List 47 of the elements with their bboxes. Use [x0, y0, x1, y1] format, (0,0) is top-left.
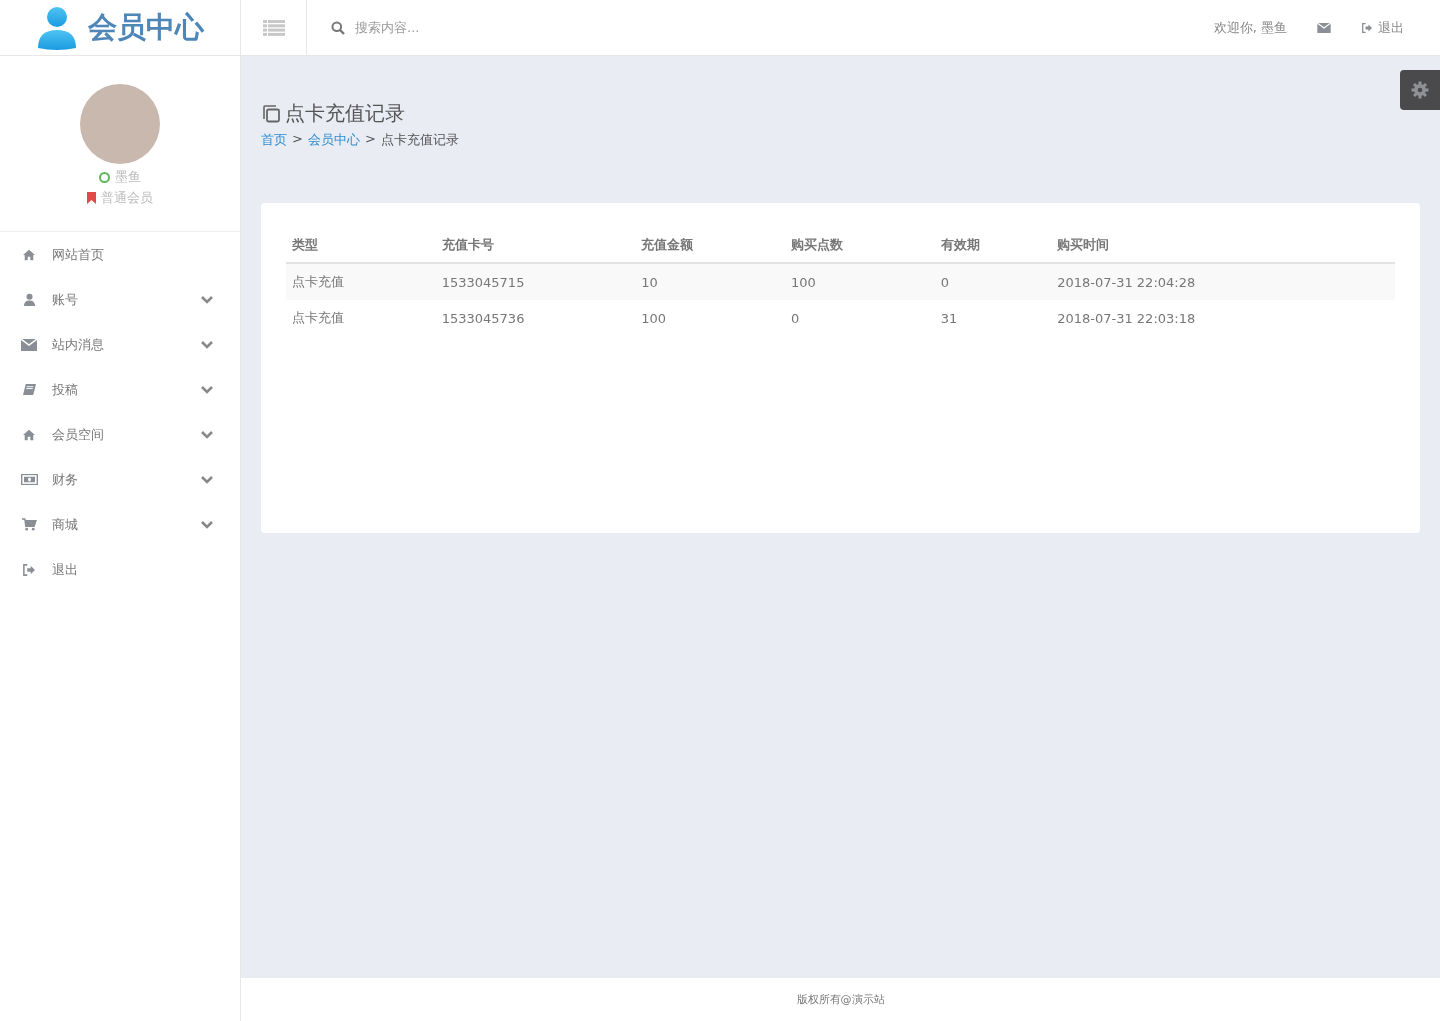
sidebar-item[interactable]: 站内消息: [0, 322, 240, 367]
sidebar-item[interactable]: 会员空间: [0, 412, 240, 457]
settings-button[interactable]: [1400, 70, 1440, 110]
breadcrumb-link[interactable]: 首页: [261, 131, 287, 149]
sidebar-item[interactable]: 网站首页: [0, 232, 240, 277]
table-cell: 2018-07-31 22:04:28: [1051, 263, 1395, 300]
sidebar-item[interactable]: 投稿: [0, 367, 240, 412]
copyright-text: 版权所有@演示站: [796, 992, 885, 1007]
sidebar-item[interactable]: 退出: [0, 547, 240, 592]
copy-icon: [261, 103, 281, 124]
table-cell: 1533045736: [435, 300, 636, 336]
sidebar-item[interactable]: 财务: [0, 457, 240, 502]
breadcrumb-current: 点卡充值记录: [380, 131, 459, 149]
breadcrumb-link[interactable]: 会员中心: [307, 131, 360, 149]
table-cell: 点卡充值: [286, 263, 436, 300]
breadcrumb-separator: >: [292, 131, 303, 148]
search-icon: [331, 20, 345, 35]
list-icon: [262, 19, 285, 36]
page-title: 点卡充值记录: [285, 100, 405, 127]
online-status-icon: [99, 171, 110, 183]
sidebar-item[interactable]: 账号: [0, 277, 240, 322]
brand-title: 会员中心: [88, 8, 204, 46]
book-icon: [20, 383, 38, 396]
member-level: 普通会员: [101, 189, 153, 207]
table-cell: 0: [785, 300, 935, 336]
table-cell: 0: [934, 263, 1052, 300]
bookmark-icon: [87, 192, 96, 204]
signout-icon: [20, 563, 38, 576]
table-cell: 100: [635, 300, 785, 336]
table-cell: 10: [635, 263, 785, 300]
table-cell: 点卡充值: [286, 300, 436, 336]
sidebar-item[interactable]: 商城: [0, 502, 240, 547]
table-cell: 31: [934, 300, 1052, 336]
mail-icon[interactable]: [1317, 22, 1331, 33]
logout-link[interactable]: 退出: [1361, 18, 1404, 37]
cart-icon: [20, 518, 38, 531]
envelope-icon: [20, 338, 38, 351]
table-cell: 1533045715: [435, 263, 636, 300]
table-cell: 100: [785, 263, 935, 300]
breadcrumb-separator: >: [364, 131, 376, 148]
table-cell: 2018-07-31 22:03:18: [1051, 300, 1395, 336]
gear-icon: [1411, 81, 1429, 99]
banknote-icon: [20, 474, 38, 485]
welcome-link[interactable]: 欢迎你, 墨鱼: [1213, 18, 1287, 37]
signout-icon: [1361, 22, 1373, 33]
username: 墨鱼: [115, 168, 141, 186]
user-logo-icon: [36, 5, 78, 50]
